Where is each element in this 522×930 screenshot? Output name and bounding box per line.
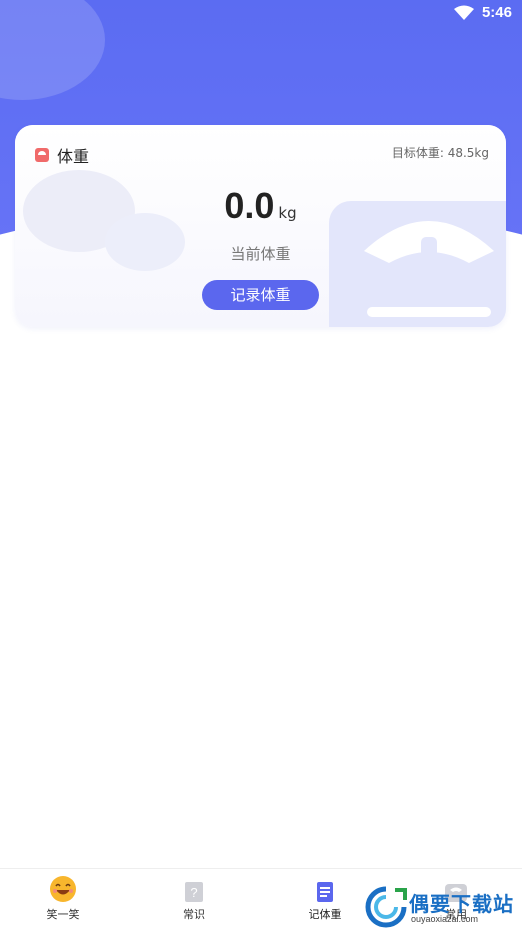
watermark-subtitle: ouyaoxiazai.com (411, 914, 479, 924)
card-title: 体重 (35, 143, 89, 167)
question-book-icon: ? (185, 882, 203, 902)
tab-laugh[interactable]: 笑一笑 (23, 876, 103, 922)
current-weight-label: 当前体重 (230, 245, 291, 263)
svg-text:?: ? (190, 885, 197, 900)
tab-record-weight-label: 记体重 (308, 908, 342, 921)
target-weight[interactable]: 目标体重: 48.5kg (392, 144, 489, 161)
status-bar: 5:46 (0, 0, 522, 28)
status-time: 5:46 (481, 4, 512, 21)
record-weight-button[interactable]: 记录体重 (202, 280, 319, 310)
tab-laugh-label: 笑一笑 (46, 908, 80, 921)
tab-knowledge-label: 常识 (183, 908, 205, 921)
weight-card: 体重 目标体重: 48.5kg 0.0 kg 当前体重 记录体重 (15, 125, 506, 327)
weight-unit: kg (278, 204, 297, 222)
scale-icon (35, 148, 49, 162)
watermark: 偶要下载站 ouyaoxiazai.com (365, 886, 522, 930)
watermark-logo-icon (365, 886, 407, 928)
wifi-icon (454, 5, 474, 20)
current-weight-value: 0.0 (224, 185, 275, 226)
tab-record-weight[interactable]: 记体重 (285, 877, 365, 922)
watermark-title: 偶要下载站 (409, 892, 514, 916)
current-weight: 0.0 kg (15, 185, 506, 227)
notebook-icon (317, 882, 333, 902)
card-title-text: 体重 (57, 147, 90, 166)
smile-emoji-icon (50, 876, 76, 902)
tab-knowledge[interactable]: ? 常识 (154, 877, 234, 922)
